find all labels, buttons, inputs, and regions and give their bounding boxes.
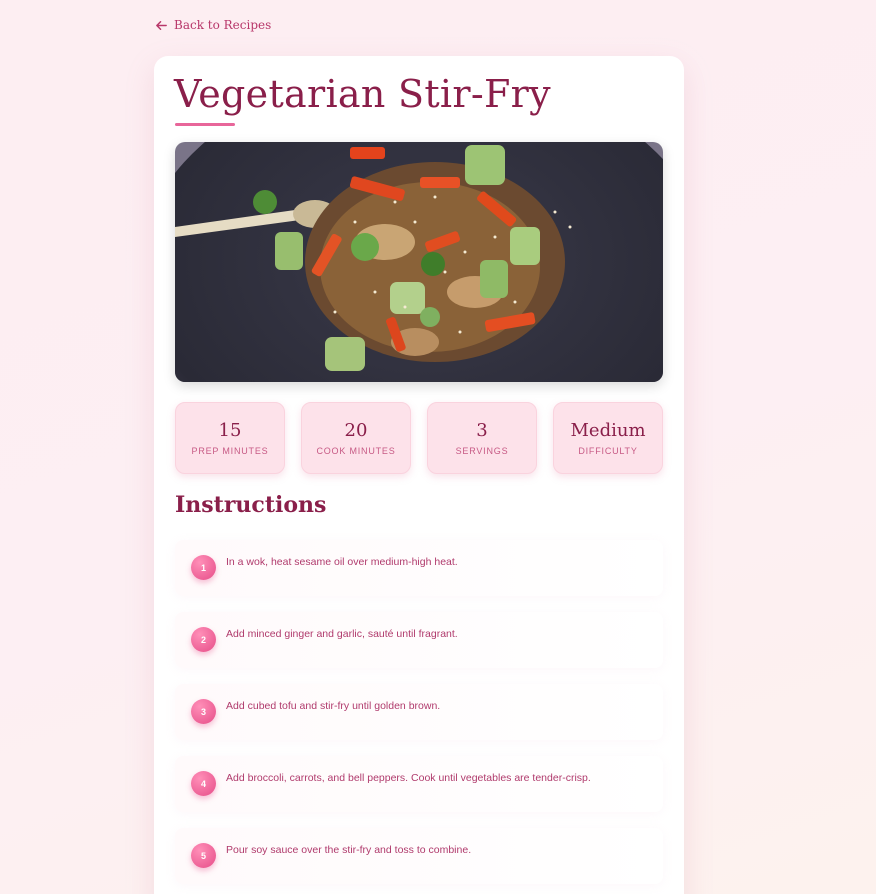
instruction-step: 5 Pour soy sauce over the stir-fry and t… bbox=[175, 828, 663, 884]
title-underline bbox=[175, 123, 235, 126]
recipe-photo bbox=[175, 142, 663, 382]
step-number-badge: 3 bbox=[191, 699, 216, 724]
step-text: Add broccoli, carrots, and bell peppers.… bbox=[226, 772, 591, 784]
stat-value: Medium bbox=[570, 420, 646, 442]
stat-value: 15 bbox=[218, 420, 242, 442]
step-number-badge: 1 bbox=[191, 555, 216, 580]
stat-value: 3 bbox=[476, 420, 488, 442]
stat-servings: 3 Servings bbox=[427, 402, 537, 474]
stat-label: Difficulty bbox=[578, 445, 638, 456]
stat-label: Cook Minutes bbox=[316, 445, 396, 456]
instructions-heading: Instructions bbox=[175, 492, 327, 518]
recipe-title: Vegetarian Stir-Fry bbox=[174, 72, 551, 116]
stat-label: Servings bbox=[455, 445, 509, 456]
step-text: Pour soy sauce over the stir-fry and tos… bbox=[226, 844, 472, 856]
stat-cook-time: 20 Cook Minutes bbox=[301, 402, 411, 474]
instruction-step: 4 Add broccoli, carrots, and bell pepper… bbox=[175, 756, 663, 812]
recipe-stats: 15 Prep Minutes 20 Cook Minutes 3 Servin… bbox=[175, 402, 663, 474]
stat-prep-time: 15 Prep Minutes bbox=[175, 402, 285, 474]
stat-difficulty: Medium Difficulty bbox=[553, 402, 663, 474]
stat-value: 20 bbox=[344, 420, 368, 442]
step-number-badge: 4 bbox=[191, 771, 216, 796]
step-number-badge: 5 bbox=[191, 843, 216, 868]
step-number-badge: 2 bbox=[191, 627, 216, 652]
step-text: Add cubed tofu and stir-fry until golden… bbox=[226, 700, 441, 712]
instruction-step: 1 In a wok, heat sesame oil over medium-… bbox=[175, 540, 663, 596]
step-text: In a wok, heat sesame oil over medium-hi… bbox=[226, 556, 458, 568]
instruction-step: 3 Add cubed tofu and stir-fry until gold… bbox=[175, 684, 663, 740]
back-to-recipes-link[interactable]: Back to Recipes bbox=[155, 18, 271, 32]
back-link-label: Back to Recipes bbox=[174, 18, 272, 32]
recipe-card: Vegetarian Stir-Fry 15 PREP MINUTES 20 C… bbox=[154, 56, 684, 894]
instructions-list: 1 In a wok, heat sesame oil over medium-… bbox=[175, 540, 663, 894]
step-text: Add minced ginger and garlic, sauté unti… bbox=[226, 628, 458, 640]
instruction-step: 2 Add minced ginger and garlic, sauté un… bbox=[175, 612, 663, 668]
arrow-left-icon bbox=[156, 20, 167, 30]
stat-label: Prep Minutes bbox=[191, 445, 269, 456]
